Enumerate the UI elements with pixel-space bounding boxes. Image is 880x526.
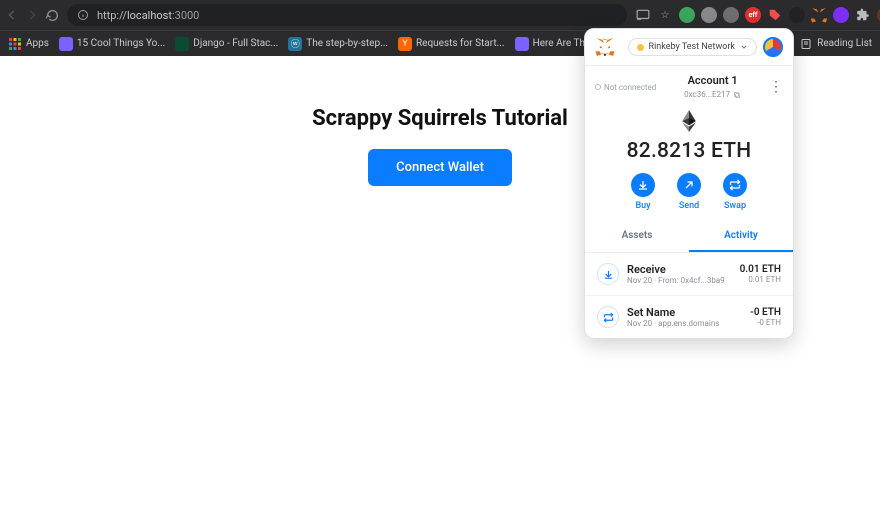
tabs: Assets Activity: [585, 221, 793, 253]
send-button[interactable]: Send: [677, 173, 701, 211]
favicon-icon: [515, 37, 529, 51]
reload-button[interactable]: [46, 5, 59, 25]
back-button[interactable]: [6, 5, 18, 25]
tx-subtitle: Nov 20 · app.ens.domains: [627, 319, 742, 328]
bookmark-item[interactable]: 15 Cool Things Yo...: [59, 37, 165, 51]
metamask-popup: Rinkeby Test Network Not connected Accou…: [584, 28, 794, 339]
receive-icon: [597, 263, 619, 285]
balance: 82.8213 ETH: [585, 139, 793, 163]
ext-purple-icon[interactable]: [833, 7, 849, 23]
url-protocol: http://: [97, 9, 127, 22]
bookmark-label: Requests for Start...: [416, 38, 505, 49]
connect-wallet-button[interactable]: Connect Wallet: [368, 149, 512, 186]
reading-list-icon: [799, 37, 813, 51]
tab-activity[interactable]: Activity: [689, 221, 793, 252]
cast-icon[interactable]: [635, 7, 651, 23]
favicon-icon: Y: [398, 37, 412, 51]
contract-icon: [597, 306, 619, 328]
bookmark-label: 15 Cool Things Yo...: [77, 38, 165, 49]
download-icon: [637, 179, 649, 191]
favicon-icon: [59, 37, 73, 51]
account-address-text: 0xc36...E217: [684, 90, 730, 99]
eth-logo-icon: [585, 110, 793, 135]
swap-icon: [729, 179, 741, 191]
ext-green-icon[interactable]: [679, 7, 695, 23]
extensions-tray: ☆ eff ⋮: [635, 7, 880, 23]
metamask-fox-icon: [595, 37, 615, 57]
ext-eff-icon[interactable]: eff: [745, 7, 761, 23]
network-status-dot-icon: [637, 44, 644, 51]
forward-button[interactable]: [26, 5, 38, 25]
url-field[interactable]: http://localhost:3000: [67, 4, 627, 26]
transaction-row[interactable]: Set NameNov 20 · app.ens.domains -0 ETH-…: [585, 296, 793, 338]
account-avatar[interactable]: [763, 37, 783, 57]
account-name[interactable]: Account 1: [684, 74, 741, 87]
reading-list-label: Reading List: [817, 38, 872, 49]
url-host: localhost: [127, 9, 172, 22]
tx-amount: 0.01 ETH: [740, 264, 781, 275]
tx-amount: -0 ETH: [750, 307, 781, 318]
ext-grey2-icon[interactable]: [723, 7, 739, 23]
copy-icon: [733, 91, 741, 99]
tx-amount-secondary: -0 ETH: [750, 318, 781, 327]
tx-amount-secondary: 0.01 ETH: [740, 275, 781, 284]
info-icon: [77, 9, 89, 21]
action-label: Buy: [635, 201, 650, 211]
tx-subtitle: Nov 20 · From: 0x4cf...3ba9: [627, 276, 732, 285]
arrow-up-right-icon: [683, 179, 695, 191]
network-selector[interactable]: Rinkeby Test Network: [628, 38, 757, 56]
favicon-icon: [175, 37, 189, 51]
bookmark-item[interactable]: Y Requests for Start...: [398, 37, 505, 51]
status-dot-icon: [595, 84, 601, 90]
bookmark-item[interactable]: Django - Full Stac...: [175, 37, 278, 51]
swap-button[interactable]: Swap: [723, 173, 747, 211]
account-row: Not connected Account 1 0xc36...E217 ⋮: [585, 66, 793, 104]
bookmark-label: The step-by-step...: [306, 38, 388, 49]
reading-list-button[interactable]: Reading List: [799, 37, 872, 51]
bookmark-item[interactable]: ⓦ The step-by-step...: [288, 37, 388, 51]
apps-icon: [8, 37, 22, 51]
tx-title: Receive: [627, 263, 732, 276]
address-bar-row: http://localhost:3000 ☆ eff ⋮: [0, 0, 880, 30]
action-buttons-row: Buy Send Swap: [585, 173, 793, 221]
chevron-down-icon: [740, 43, 748, 51]
metamask-ext-icon[interactable]: [811, 7, 827, 23]
connection-status-label: Not connected: [604, 83, 656, 92]
puzzle-icon[interactable]: [855, 7, 871, 23]
url-rest: :3000: [172, 9, 199, 22]
tx-title: Set Name: [627, 306, 742, 319]
apps-shortcut[interactable]: Apps: [8, 37, 49, 51]
network-name: Rinkeby Test Network: [649, 42, 735, 52]
metamask-header: Rinkeby Test Network: [585, 29, 793, 66]
account-address[interactable]: 0xc36...E217: [684, 90, 741, 99]
bookmark-label: Django - Full Stac...: [193, 38, 278, 49]
bookmark-star-icon[interactable]: ☆: [657, 7, 673, 23]
favicon-icon: ⓦ: [288, 37, 302, 51]
connection-status[interactable]: Not connected: [595, 83, 656, 92]
buy-button[interactable]: Buy: [631, 173, 655, 211]
ext-black-icon[interactable]: [789, 7, 805, 23]
action-label: Send: [679, 201, 699, 211]
bookmark-label: Apps: [26, 38, 49, 49]
transaction-row[interactable]: ReceiveNov 20 · From: 0x4cf...3ba9 0.01 …: [585, 253, 793, 296]
ext-tag-icon[interactable]: [767, 7, 783, 23]
tab-assets[interactable]: Assets: [585, 221, 689, 252]
ext-grey-icon[interactable]: [701, 7, 717, 23]
action-label: Swap: [724, 201, 746, 211]
account-menu-button[interactable]: ⋮: [769, 82, 783, 92]
